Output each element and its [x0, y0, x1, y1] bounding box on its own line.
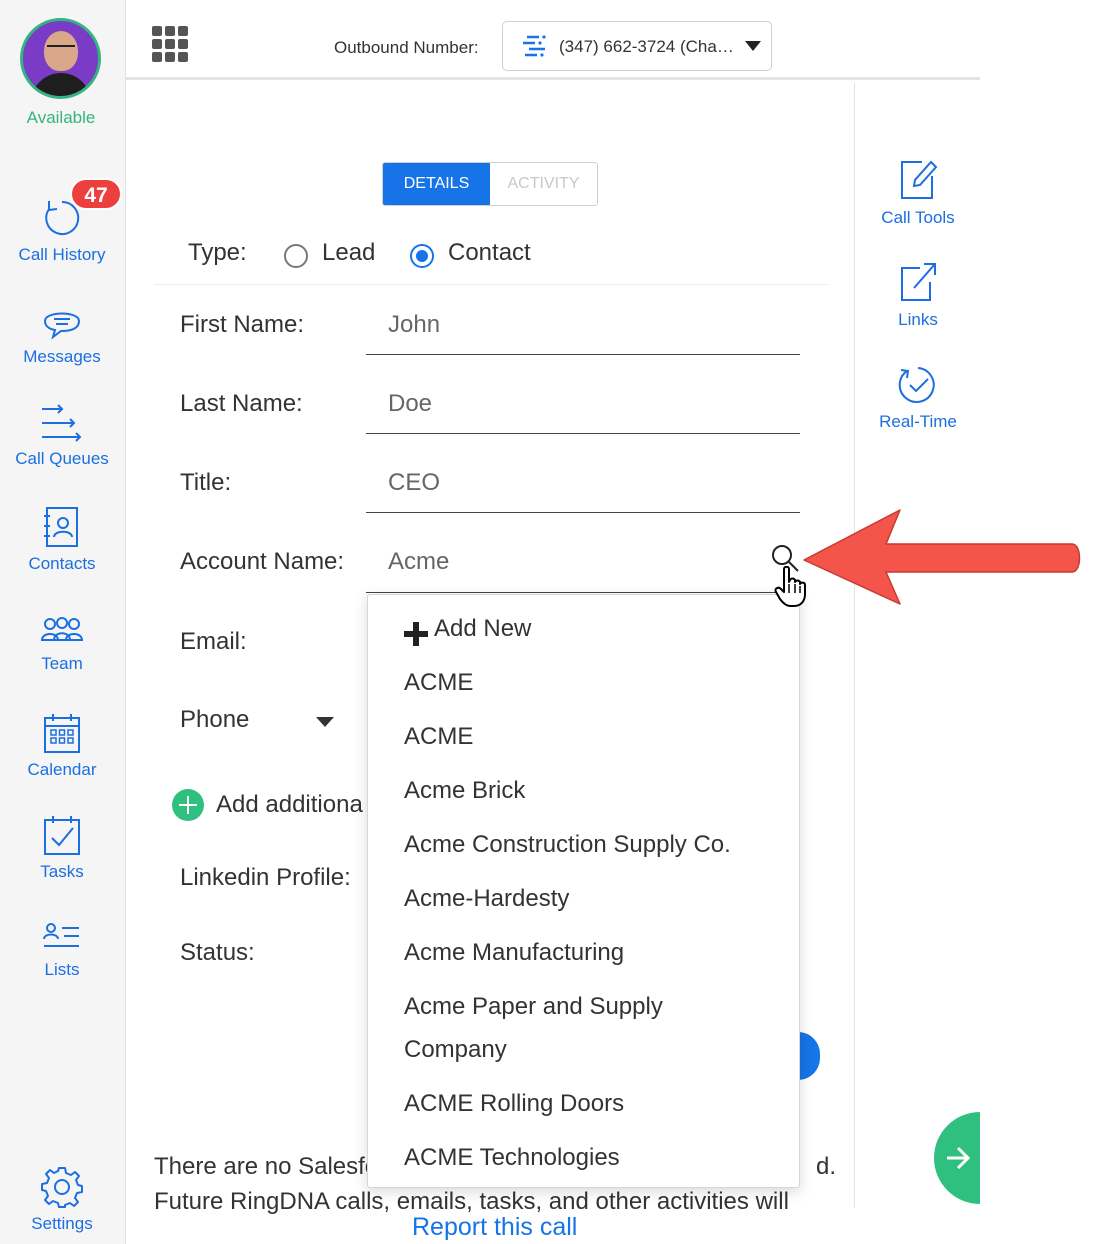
team-icon [40, 617, 84, 641]
account-name-field[interactable]: Acme [388, 548, 449, 576]
rail-label: Call Tools [881, 208, 955, 227]
tab-activity[interactable]: ACTIVITY [490, 163, 597, 205]
nav-lists[interactable]: Lists [0, 922, 124, 980]
user-status[interactable]: Available [0, 108, 122, 128]
local-presence-icon [523, 35, 546, 57]
dropdown-option[interactable]: Acme Manufacturing [404, 939, 624, 967]
phone-type-select[interactable]: Phone [180, 706, 249, 734]
first-name-label: First Name: [180, 311, 305, 338]
nav-calendar[interactable]: Calendar [0, 712, 124, 780]
radio-lead[interactable] [284, 244, 308, 268]
report-call-link[interactable]: Report this call [408, 1213, 582, 1242]
plus-icon [404, 622, 428, 646]
title-field[interactable]: CEO [388, 469, 440, 497]
nav-label: Tasks [40, 862, 84, 881]
linkedin-label: Linkedin Profile: [180, 864, 351, 891]
calendar-icon [44, 714, 80, 753]
nav-call-queues[interactable]: Call Queues [0, 403, 124, 469]
last-name-field[interactable]: Doe [388, 390, 432, 418]
dropdown-option[interactable]: ACME [404, 723, 473, 751]
status-label: Status: [180, 939, 255, 966]
nav-tasks[interactable]: Tasks [0, 814, 124, 882]
rail-label: Real-Time [879, 412, 957, 431]
arrow-right-icon [947, 1146, 971, 1170]
left-sidebar: Available Call History 47 Messages Call … [0, 0, 126, 1244]
dropdown-option[interactable]: ACME [404, 669, 473, 697]
message-line1-end: d. [816, 1153, 837, 1180]
nav-label: Call History [18, 245, 106, 264]
tab-details[interactable]: DETAILS [383, 163, 490, 205]
email-label: Email: [180, 628, 247, 655]
right-panel-divider [854, 83, 855, 1208]
account-name-label: Account Name: [180, 548, 345, 575]
add-field-icon[interactable] [172, 789, 204, 821]
call-history-badge: 47 [70, 178, 122, 210]
details-activity-tabs: DETAILS ACTIVITY [382, 162, 598, 206]
lists-icon [43, 923, 79, 947]
nav-contacts[interactable]: Contacts [0, 506, 124, 574]
add-new-option[interactable]: Add New [434, 615, 531, 643]
message-line1: There are no Salesfo [154, 1153, 379, 1180]
radio-contact[interactable] [410, 244, 434, 268]
avatar[interactable] [20, 18, 101, 99]
avatar-face [44, 31, 78, 71]
apps-grid-icon[interactable] [152, 26, 190, 62]
dropdown-option[interactable]: Acme-Hardesty [404, 885, 569, 913]
account-suggestions-dropdown: Add New ACME ACME Acme Brick Acme Constr… [367, 594, 800, 1188]
tasks-icon [44, 816, 80, 855]
call-queues-icon [42, 404, 82, 442]
outbound-number-value: (347) 662-3724 (Cha… [559, 37, 734, 56]
dropdown-option[interactable]: Acme Construction Supply Co. [404, 831, 731, 859]
dropdown-option-continued[interactable]: Company [404, 1036, 507, 1064]
dropdown-option[interactable]: ACME Technologies [404, 1144, 620, 1172]
clock-check-icon [898, 367, 935, 403]
annotation-arrow-icon [803, 509, 1081, 605]
nav-team[interactable]: Team [0, 616, 124, 674]
outbound-number-label: Outbound Number: [334, 38, 479, 57]
title-label: Title: [180, 469, 232, 496]
rail-links[interactable]: Links [858, 260, 978, 330]
messages-icon [43, 312, 81, 340]
chevron-down-icon[interactable] [316, 717, 334, 727]
nav-label: Contacts [28, 554, 96, 573]
rail-real-time[interactable]: Real-Time [858, 364, 978, 432]
nav-label: Messages [23, 347, 101, 366]
rail-call-tools[interactable]: Call Tools [858, 158, 978, 228]
rail-label: Links [898, 310, 938, 329]
title-underline [366, 512, 800, 513]
nav-label: Calendar [27, 760, 97, 779]
first-name-underline [366, 354, 800, 355]
nav-label: Call Queues [15, 449, 109, 468]
avatar-glasses [47, 45, 75, 51]
external-link-icon [901, 263, 936, 301]
account-name-underline [366, 592, 800, 593]
last-name-label: Last Name: [180, 390, 303, 417]
avatar-body [31, 73, 91, 96]
edit-icon [901, 160, 938, 199]
last-name-underline [366, 433, 800, 434]
dropdown-option[interactable]: Acme Paper and Supply [404, 993, 663, 1021]
next-action-button[interactable] [934, 1112, 980, 1204]
contacts-icon [44, 507, 78, 547]
nav-label: Settings [31, 1214, 93, 1233]
radio-contact-label: Contact [448, 239, 531, 266]
dropdown-option[interactable]: ACME Rolling Doors [404, 1090, 624, 1118]
type-label: Type: [188, 239, 247, 266]
dropdown-option[interactable]: Acme Brick [404, 777, 525, 805]
first-name-field[interactable]: John [388, 311, 440, 339]
add-additional-label[interactable]: Add additiona [216, 791, 363, 819]
nav-label: Lists [44, 960, 80, 979]
nav-settings[interactable]: Settings [0, 1166, 124, 1234]
gear-icon [41, 1167, 83, 1208]
top-header: Outbound Number: (347) 662-3724 (Cha… [126, 0, 980, 80]
radio-lead-label: Lead [322, 239, 376, 266]
nav-label: Team [41, 654, 83, 673]
app-window: Available Call History 47 Messages Call … [0, 0, 980, 1244]
message-line2: Future RingDNA calls, emails, tasks, and… [154, 1188, 789, 1215]
outbound-number-select[interactable]: (347) 662-3724 (Cha… [502, 21, 772, 71]
divider [154, 284, 828, 285]
nav-messages[interactable]: Messages [0, 305, 124, 367]
chevron-down-icon [745, 41, 761, 51]
